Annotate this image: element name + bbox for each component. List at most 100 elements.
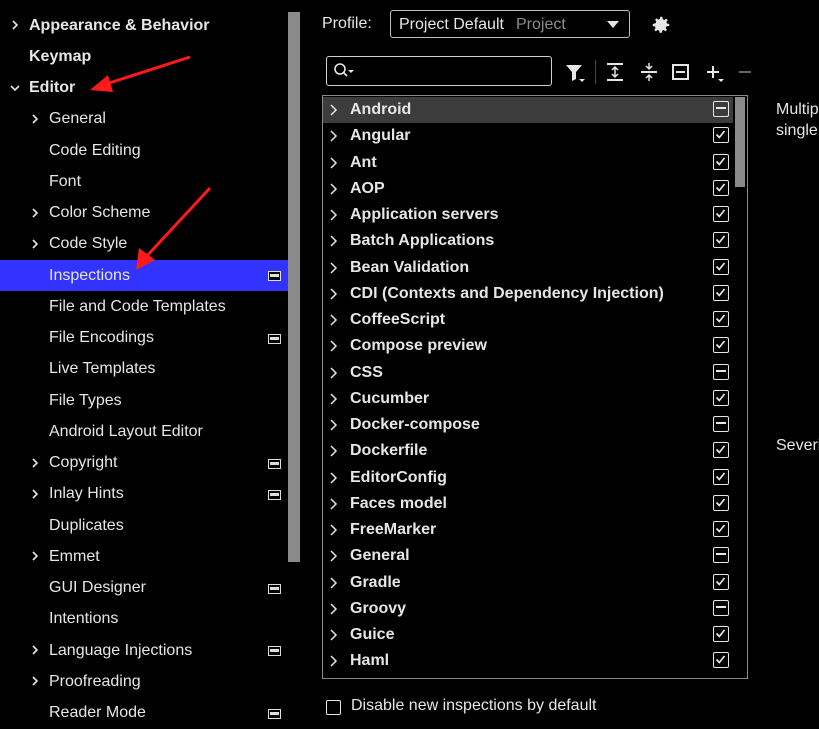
- sidebar-item-live-templates[interactable]: Live Templates: [0, 354, 288, 385]
- checked-checkbox[interactable]: [713, 626, 729, 642]
- sidebar-item-file-and-code-templates[interactable]: File and Code Templates: [0, 291, 288, 322]
- partial-checkbox[interactable]: [713, 363, 729, 380]
- inspection-group-row[interactable]: Android: [323, 97, 733, 123]
- chevron-right-icon[interactable]: [329, 524, 339, 536]
- sidebar-item-duplicates[interactable]: Duplicates: [0, 510, 288, 541]
- checked-checkbox[interactable]: [713, 258, 729, 275]
- chevron-right-icon[interactable]: [28, 456, 42, 470]
- chevron-right-icon[interactable]: [329, 288, 339, 300]
- gear-icon[interactable]: [650, 14, 672, 36]
- chevron-right-icon[interactable]: [329, 340, 339, 352]
- chevron-right-icon[interactable]: [28, 112, 42, 126]
- sidebar-item-emmet[interactable]: Emmet: [0, 541, 288, 572]
- chevron-right-icon[interactable]: [329, 261, 339, 274]
- checked-checkbox[interactable]: [713, 468, 729, 485]
- chevron-right-icon[interactable]: [329, 183, 339, 195]
- chevron-right-icon[interactable]: [8, 18, 22, 32]
- sidebar-item-android-layout-editor[interactable]: Android Layout Editor: [0, 416, 288, 447]
- search-input[interactable]: [361, 61, 545, 83]
- inspection-group-row[interactable]: Application servers: [323, 202, 733, 228]
- filter-icon[interactable]: [564, 60, 586, 84]
- chevron-right-icon[interactable]: [329, 209, 339, 221]
- partial-checkbox[interactable]: [713, 416, 729, 432]
- chevron-right-icon[interactable]: [28, 643, 42, 657]
- inspection-group-row[interactable]: CoffeeScript: [323, 307, 733, 333]
- inspection-group-row[interactable]: Guice: [323, 622, 733, 648]
- sidebar-item-code-editing[interactable]: Code Editing: [0, 135, 288, 166]
- add-icon[interactable]: [704, 60, 726, 84]
- sidebar-item-editor[interactable]: Editor: [0, 73, 288, 104]
- inspection-group-row[interactable]: CDI (Contexts and Dependency Injection): [323, 281, 733, 307]
- checked-checkbox[interactable]: [713, 206, 729, 222]
- chevron-right-icon[interactable]: [329, 550, 339, 562]
- inspection-group-row[interactable]: Haml: [323, 648, 733, 674]
- inspection-group-row[interactable]: Batch Applications: [323, 228, 733, 254]
- sidebar-scrollbar[interactable]: [288, 12, 300, 562]
- sidebar-item-appearance-behavior[interactable]: Appearance & Behavior: [0, 10, 288, 41]
- inspection-group-row[interactable]: EditorConfig: [323, 465, 733, 491]
- partial-checkbox[interactable]: [713, 101, 729, 117]
- chevron-right-icon[interactable]: [28, 206, 42, 220]
- chevron-right-icon[interactable]: [28, 487, 42, 501]
- chevron-right-icon[interactable]: [329, 603, 339, 615]
- inspections-scrollbar[interactable]: [735, 97, 745, 187]
- chevron-right-icon[interactable]: [329, 130, 339, 142]
- disable-new-inspections-checkbox[interactable]: [326, 700, 341, 715]
- sidebar-item-gui-designer[interactable]: GUI Designer: [0, 573, 288, 604]
- remove-icon[interactable]: [735, 60, 757, 84]
- inspection-group-row[interactable]: Compose preview: [323, 333, 733, 359]
- sidebar-item-font[interactable]: Font: [0, 166, 288, 197]
- chevron-right-icon[interactable]: [329, 419, 339, 431]
- checked-checkbox[interactable]: [713, 311, 729, 327]
- inspection-group-row[interactable]: Bean Validation: [323, 255, 733, 281]
- sidebar-item-code-style[interactable]: Code Style: [0, 229, 288, 260]
- checked-checkbox[interactable]: [713, 652, 729, 669]
- chevron-right-icon[interactable]: [329, 156, 339, 169]
- checked-checkbox[interactable]: [713, 284, 729, 301]
- inspection-group-row[interactable]: Dockerfile: [323, 438, 733, 464]
- collapse-all-icon[interactable]: [638, 60, 660, 84]
- checked-checkbox[interactable]: [713, 389, 729, 406]
- inspection-group-row[interactable]: CSS: [323, 360, 733, 386]
- sidebar-item-language-injections[interactable]: Language Injections: [0, 635, 288, 666]
- inspection-group-row[interactable]: AOP: [323, 176, 733, 202]
- chevron-right-icon[interactable]: [28, 237, 42, 251]
- chevron-right-icon[interactable]: [329, 314, 339, 326]
- chevron-right-icon[interactable]: [329, 393, 339, 405]
- inspection-group-row[interactable]: Ant: [323, 150, 733, 176]
- chevron-right-icon[interactable]: [329, 471, 339, 484]
- collapse-group-icon[interactable]: [670, 60, 692, 84]
- checked-checkbox[interactable]: [713, 232, 729, 249]
- sidebar-item-file-types[interactable]: File Types: [0, 385, 288, 416]
- checked-checkbox[interactable]: [713, 337, 729, 354]
- partial-checkbox[interactable]: [713, 547, 729, 564]
- sidebar-item-reader-mode[interactable]: Reader Mode: [0, 698, 288, 729]
- inspection-group-row[interactable]: Faces model: [323, 491, 733, 517]
- inspection-group-row[interactable]: Docker-compose: [323, 412, 733, 438]
- inspection-group-row[interactable]: Angular: [323, 123, 733, 149]
- checked-checkbox[interactable]: [713, 521, 729, 537]
- inspection-group-row[interactable]: Groovy: [323, 596, 733, 622]
- chevron-right-icon[interactable]: [28, 549, 42, 563]
- inspection-group-row[interactable]: Cucumber: [323, 386, 733, 412]
- sidebar-item-inspections[interactable]: Inspections: [0, 260, 288, 291]
- chevron-down-icon[interactable]: [8, 81, 22, 95]
- sidebar-item-keymap[interactable]: Keymap: [0, 41, 288, 72]
- search-field[interactable]: [326, 56, 552, 86]
- partial-checkbox[interactable]: [713, 599, 729, 616]
- inspection-group-row[interactable]: Gradle: [323, 570, 733, 596]
- checked-checkbox[interactable]: [713, 179, 729, 196]
- checked-checkbox[interactable]: [713, 573, 729, 590]
- checked-checkbox[interactable]: [713, 442, 729, 459]
- inspection-group-row[interactable]: General: [323, 543, 733, 569]
- chevron-right-icon[interactable]: [329, 655, 339, 667]
- checked-checkbox[interactable]: [713, 494, 729, 511]
- chevron-right-icon[interactable]: [329, 498, 339, 510]
- sidebar-item-proofreading[interactable]: Proofreading: [0, 666, 288, 697]
- chevron-right-icon[interactable]: [329, 576, 339, 589]
- chevron-right-icon[interactable]: [28, 674, 42, 688]
- sidebar-item-copyright[interactable]: Copyright: [0, 448, 288, 479]
- sidebar-item-file-encodings[interactable]: File Encodings: [0, 323, 288, 354]
- chevron-right-icon[interactable]: [329, 366, 339, 379]
- sidebar-item-inlay-hints[interactable]: Inlay Hints: [0, 479, 288, 510]
